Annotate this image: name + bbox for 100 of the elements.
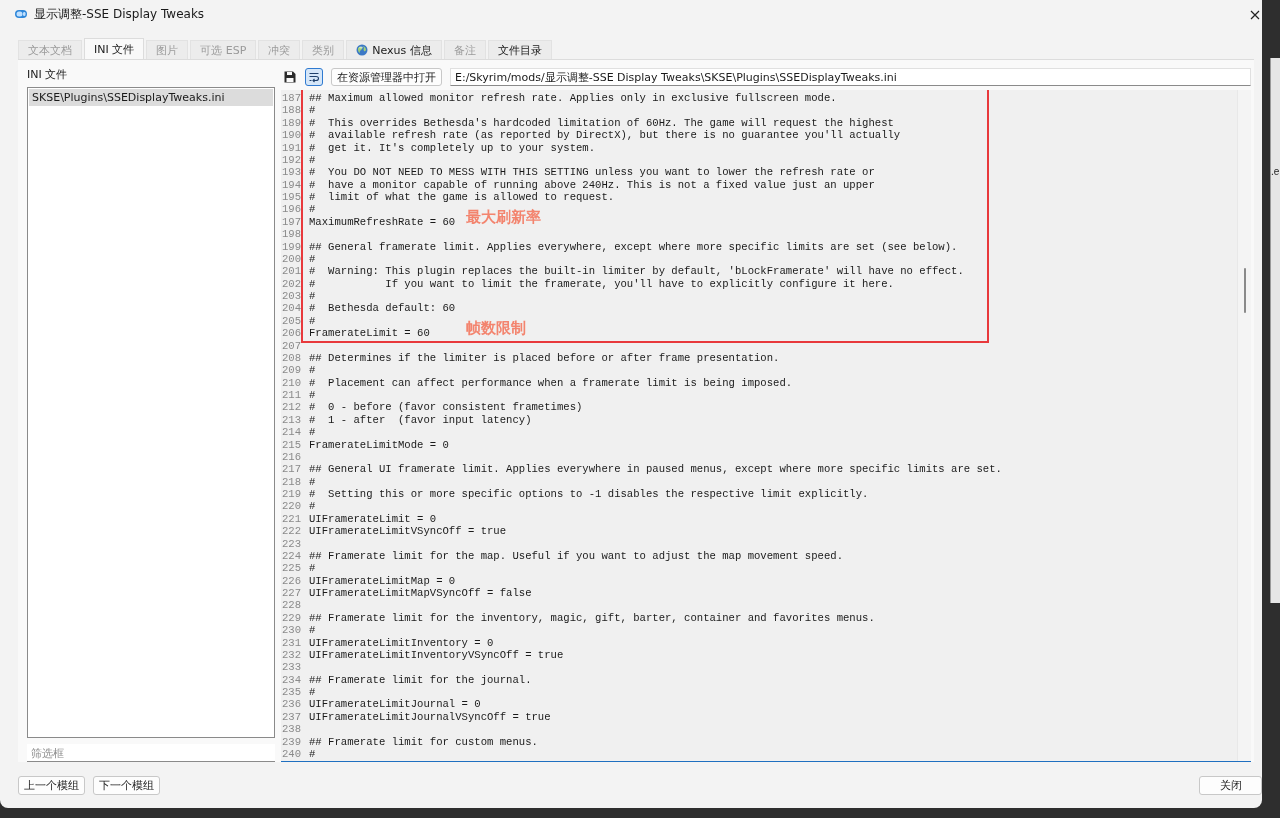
line-number: 240 xyxy=(281,747,302,761)
annotation-label: 最大刷新率 xyxy=(466,207,541,226)
code-line: # Placement can affect performance when a framerate limit is being imposed. xyxy=(309,376,793,389)
code-line: # xyxy=(309,252,316,266)
close-icon[interactable] xyxy=(1248,8,1262,22)
code-line: ## Framerate limit for custom menus. xyxy=(309,735,538,748)
line-number: 224 xyxy=(281,549,302,563)
save-icon[interactable] xyxy=(283,70,297,84)
line-number: 197 xyxy=(281,215,302,229)
annotation-label: 帧数限制 xyxy=(466,319,526,338)
tab[interactable]: Nexus 信息 xyxy=(346,40,442,59)
line-number: 208 xyxy=(281,351,302,365)
code-line: ## General UI framerate limit. Applies everywhere in paused menus, except where more specific limits are set. xyxy=(309,463,1002,476)
line-number: 217 xyxy=(281,463,302,476)
code-line: # Warning: This plugin replaces the built-in limiter by default, 'bLockFramerate' will have no effect. xyxy=(309,265,964,278)
code-line: # xyxy=(309,314,316,328)
code-line: # have a monitor capable of running above 240Hz. This is not a fixed value just an upper xyxy=(309,178,875,191)
line-number: 218 xyxy=(281,475,302,488)
line-number: 194 xyxy=(281,178,302,191)
globe-icon xyxy=(356,44,369,56)
path-field[interactable]: E:/Skyrim/mods/显示调整-SSE Display Tweaks\SKSE\Plugins\SSEDisplayTweaks.ini xyxy=(450,68,1251,86)
panel-heading: INI 文件 xyxy=(27,68,69,82)
line-number: 214 xyxy=(281,426,302,439)
nav-button[interactable]: 下一个模组 xyxy=(93,775,160,795)
code-line: ## Maximum allowed monitor refresh rate. Applies only in exclusive fullscreen mode. xyxy=(309,92,837,105)
line-number: 237 xyxy=(281,710,302,724)
code-line: ## Framerate limit for the inventory, magic, gift, barter, container and favorites menus. xyxy=(309,611,875,625)
nav-button[interactable]: 上一个模组 xyxy=(18,775,85,795)
line-number: 198 xyxy=(281,228,302,241)
line-number: 189 xyxy=(281,116,302,130)
line-number: 211 xyxy=(281,389,302,402)
line-number: 220 xyxy=(281,500,302,513)
code-line: ## Framerate limit for the map. Useful if you want to adjust the map movement speed. xyxy=(309,549,843,563)
code-line: # xyxy=(309,686,316,699)
code-line: # xyxy=(309,364,316,377)
code-line: # xyxy=(309,562,316,575)
filter-field[interactable]: 筛选框 xyxy=(27,744,275,762)
tab[interactable]: 文件目录 xyxy=(487,40,552,59)
line-number: 219 xyxy=(281,488,302,501)
close-button[interactable]: 关闭 xyxy=(1199,775,1262,795)
line-number: 204 xyxy=(281,302,302,315)
code-line: UIFramerateLimitMapVSyncOff = false xyxy=(309,587,532,600)
code-line: # 1 - after (favor input latency) xyxy=(309,413,532,427)
code-line: # get it. It's completely up to your system. xyxy=(309,141,596,154)
line-number: 199 xyxy=(281,240,302,253)
line-number: 229 xyxy=(281,611,302,625)
code-line: # If you want to limit the framerate, you'll have to explicitly configure it here. xyxy=(309,277,894,290)
code-line: # 0 - before (favor consistent frametimes) xyxy=(309,401,583,414)
code-line: # xyxy=(309,104,316,117)
code-line: # xyxy=(309,203,316,216)
line-number: 187 xyxy=(281,92,302,105)
line-number: 196 xyxy=(281,203,302,216)
line-number: 226 xyxy=(281,574,302,587)
line-number: 231 xyxy=(281,636,302,649)
code-line: # xyxy=(309,475,316,488)
line-number: 227 xyxy=(281,587,302,600)
code-line: # limit of what the game is allowed to request. xyxy=(309,191,615,204)
open-in-explorer-button[interactable]: 在资源管理器中打开 xyxy=(331,68,442,86)
line-number: 192 xyxy=(281,153,302,167)
line-number: 210 xyxy=(281,376,302,389)
line-number: 230 xyxy=(281,624,302,637)
code-line: # available refresh rate (as reported by DirectX), but there is no guarantee you'll actually xyxy=(309,129,901,142)
code-line: # Bethesda default: 60 xyxy=(309,302,456,315)
word-wrap-button[interactable] xyxy=(305,68,323,86)
line-number: 195 xyxy=(281,191,302,204)
line-number: 190 xyxy=(281,129,302,142)
line-number: 200 xyxy=(281,252,302,266)
line-number: 238 xyxy=(281,723,302,736)
line-number: 221 xyxy=(281,512,302,526)
window-title: 显示调整-SSE Display Tweaks xyxy=(34,5,205,23)
code-line: UIFramerateLimitJournalVSyncOff = true xyxy=(309,710,551,724)
line-number: 207 xyxy=(281,339,302,352)
line-number: 191 xyxy=(281,141,302,154)
code-line: # xyxy=(309,389,316,402)
code-line: ## Determines if the limiter is placed before or after frame presentation. xyxy=(309,351,780,365)
code-line: # Setting this or more specific options to -1 disables the respective limit explicitly. xyxy=(309,488,869,501)
code-line: UIFramerateLimitInventoryVSyncOff = true xyxy=(309,648,564,662)
code-line: # xyxy=(309,426,316,439)
scrollbar[interactable] xyxy=(1237,90,1251,761)
line-number: 203 xyxy=(281,290,302,303)
line-number: 233 xyxy=(281,661,302,674)
line-number: 234 xyxy=(281,673,302,686)
code-line: UIFramerateLimitInventory = 0 xyxy=(309,636,494,649)
code-line: # xyxy=(309,153,316,167)
line-number: 215 xyxy=(281,438,302,451)
app-icon xyxy=(14,8,28,20)
line-number: 202 xyxy=(281,277,302,290)
line-number: 206 xyxy=(281,327,302,340)
code-line: # xyxy=(309,747,316,761)
line-number: 212 xyxy=(281,401,302,414)
line-number: 216 xyxy=(281,450,302,464)
code-line: UIFramerateLimitMap = 0 xyxy=(309,574,456,587)
line-number: 205 xyxy=(281,314,302,328)
line-number: 201 xyxy=(281,265,302,278)
file-list-item[interactable]: SKSE\Plugins\SSEDisplayTweaks.ini xyxy=(29,89,273,106)
line-number: 225 xyxy=(281,562,302,575)
line-number: 193 xyxy=(281,166,302,179)
tab[interactable]: INI 文件 xyxy=(84,38,145,59)
line-number: 239 xyxy=(281,735,302,748)
scrollbar-thumb[interactable] xyxy=(1244,268,1246,313)
